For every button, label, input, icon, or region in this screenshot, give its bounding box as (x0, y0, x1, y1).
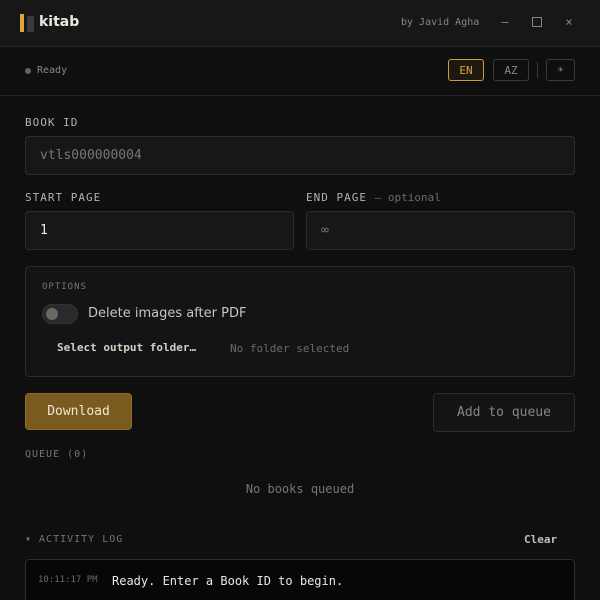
activity-log-panel: 10:11:17 PM Ready. Enter a Book ID to be… (25, 559, 575, 600)
start-page-input[interactable] (25, 211, 294, 250)
add-to-queue-button[interactable]: Add to queue (433, 393, 575, 432)
status-text: Ready (37, 65, 68, 76)
delete-images-label: Delete images after PDF (88, 306, 247, 321)
app-title: kitab (39, 14, 80, 30)
minimize-icon: – (501, 15, 509, 29)
start-page-label: START PAGE (25, 191, 102, 204)
maximize-icon (532, 17, 542, 27)
options-title: OPTIONS (42, 282, 87, 292)
queue-title: QUEUE (0) (25, 449, 89, 460)
select-output-folder-button[interactable]: Select output folder… (57, 341, 196, 354)
maximize-button[interactable] (527, 12, 547, 32)
book-id-input[interactable] (25, 136, 575, 175)
end-page-label: END PAGE (306, 191, 367, 204)
close-icon: × (565, 15, 573, 29)
theme-toggle-button[interactable]: ☀ (546, 59, 575, 81)
queue-empty-text: No books queued (245, 482, 355, 496)
book-spine-icon (20, 14, 36, 34)
close-button[interactable]: × (559, 12, 579, 32)
folder-status: No folder selected (230, 342, 350, 355)
delete-images-toggle[interactable] (42, 304, 78, 324)
app-window: kitab by Javid Agha – × Ready EN AZ ☀ BO… (0, 0, 600, 600)
divider (537, 62, 538, 78)
language-en-button[interactable]: EN (448, 59, 484, 81)
clear-log-button[interactable]: Clear (524, 533, 557, 546)
options-panel: OPTIONS Delete images after PDF Select o… (25, 266, 575, 377)
minimize-button[interactable]: – (495, 12, 515, 32)
status-dot-icon (25, 68, 31, 74)
end-page-label-group: END PAGE — optional (306, 191, 441, 204)
download-button[interactable]: Download (25, 393, 132, 430)
optional-note: — optional (374, 191, 441, 204)
toggle-knob (46, 308, 58, 320)
language-az-button[interactable]: AZ (493, 59, 529, 81)
activity-log-toggle[interactable]: ▾ ACTIVITY LOG (25, 534, 123, 545)
author-byline: by Javid Agha (401, 17, 480, 28)
log-entry-message: Ready. Enter a Book ID to begin. (112, 574, 344, 588)
book-id-label: BOOK ID (25, 116, 79, 129)
end-page-input[interactable] (306, 211, 575, 250)
log-entry-time: 10:11:17 PM (38, 575, 98, 585)
title-bar[interactable]: kitab by Javid Agha – × (0, 0, 600, 47)
status-bar: Ready EN AZ ☀ (0, 47, 600, 96)
sun-icon: ☀ (557, 64, 564, 76)
